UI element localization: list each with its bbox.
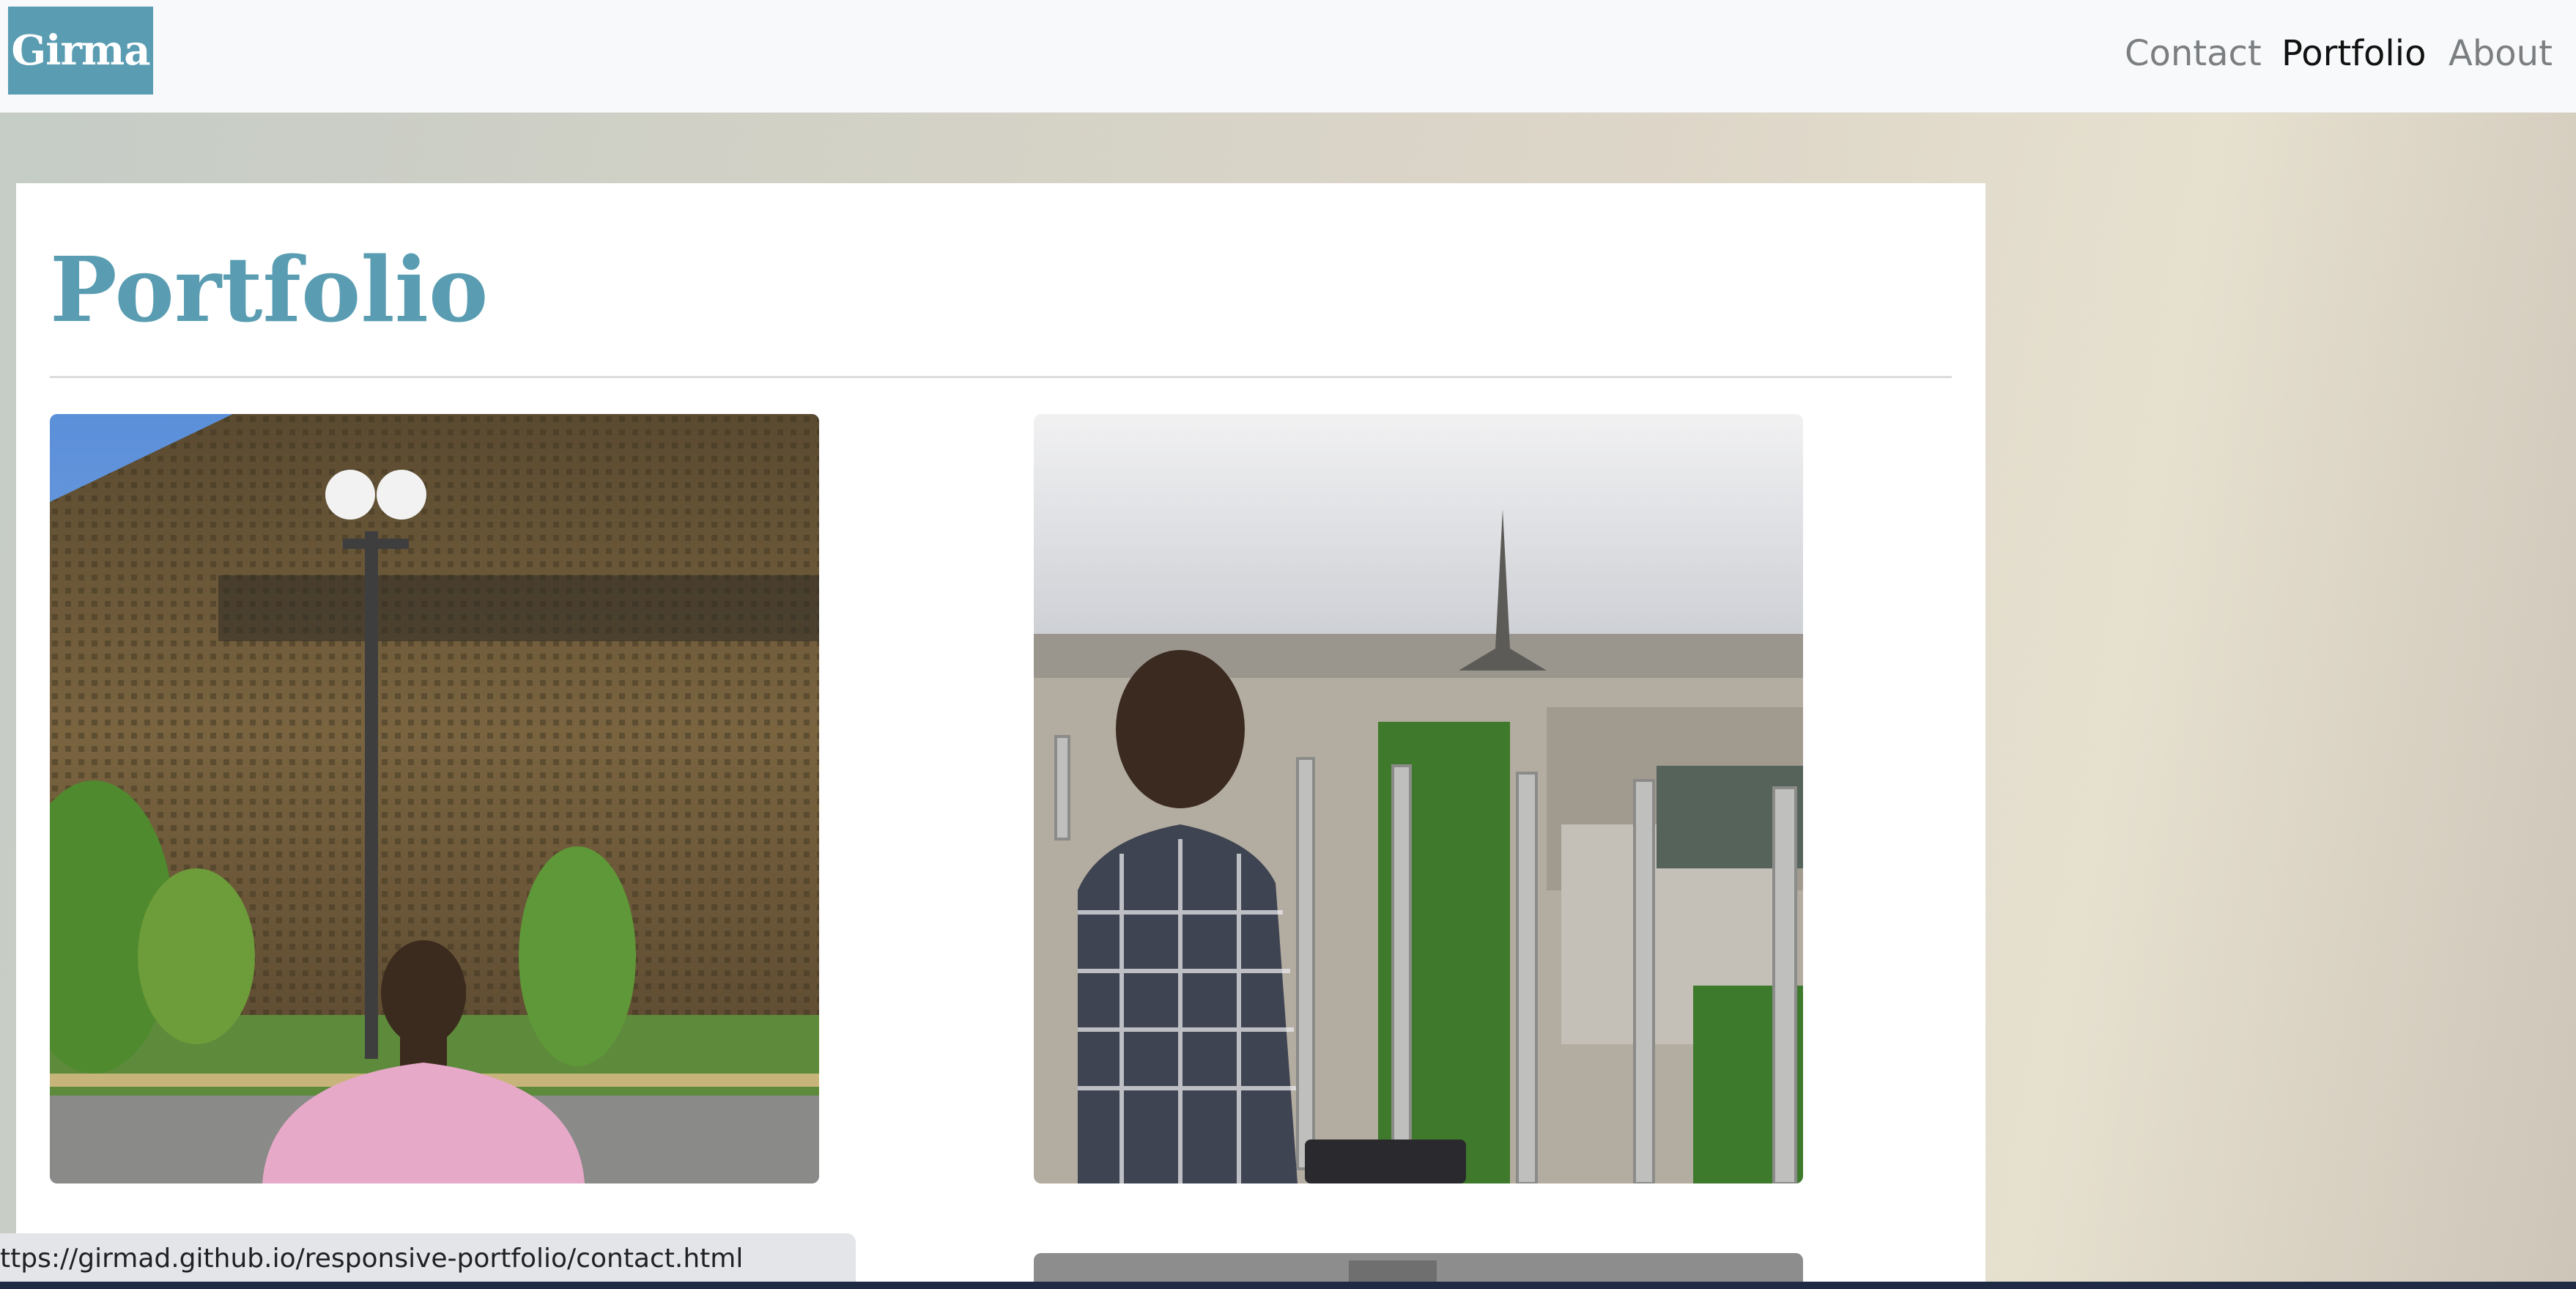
navbar: Girma Contact Portfolio About (0, 0, 2576, 113)
title-divider (50, 376, 1952, 378)
nav-link-portfolio[interactable]: Portfolio (2281, 28, 2426, 79)
portfolio-card: Portfolio (16, 183, 1985, 1289)
nav-link-about[interactable]: About (2449, 28, 2553, 79)
portfolio-photo-museum[interactable] (50, 414, 819, 1183)
link-preview-tooltip: ttps://girmad.github.io/responsive-portf… (0, 1233, 856, 1285)
nav-links: Contact Portfolio About (0, 0, 2576, 113)
nav-link-contact[interactable]: Contact (2125, 28, 2262, 79)
museum-photo-icon (50, 414, 819, 1183)
paris-photo-icon (1034, 414, 1803, 1183)
editor-status-bar (0, 1282, 2576, 1289)
page-title: Portfolio (50, 237, 489, 342)
portfolio-photo-paris[interactable] (1034, 414, 1803, 1183)
